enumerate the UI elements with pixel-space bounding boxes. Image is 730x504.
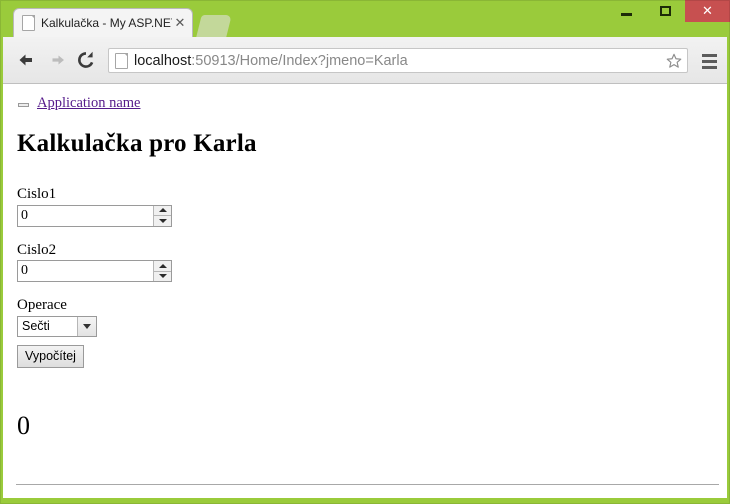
bookmark-star-icon[interactable]: [665, 52, 683, 70]
brand-row: Application name: [17, 94, 713, 112]
cislo1-spinner[interactable]: [153, 205, 171, 226]
cislo2-spinner-up[interactable]: [154, 261, 171, 272]
reload-button[interactable]: [73, 47, 99, 73]
window-controls: ✕: [607, 0, 730, 24]
page-document-icon: [115, 52, 128, 69]
tab-favicon-icon: [22, 15, 35, 31]
maximize-button[interactable]: [646, 0, 685, 22]
cislo1-spinner-down[interactable]: [154, 216, 171, 226]
cislo2-number-input[interactable]: 0: [17, 260, 172, 282]
address-bar[interactable]: localhost:50913/Home/Index?jmeno=Karla: [108, 48, 688, 73]
close-window-button[interactable]: ✕: [685, 0, 730, 22]
triangle-up-icon: [158, 208, 167, 213]
cislo1-spinner-up[interactable]: [154, 206, 171, 216]
new-tab-button[interactable]: [196, 15, 232, 37]
tab-title: Kalkulačka - My ASP.NET .: [41, 16, 172, 30]
vypocitej-submit-button[interactable]: Vypočítej: [17, 344, 84, 368]
browser-window: ✕ Kalkulačka - My ASP.NET . ✕ localhost:…: [0, 0, 730, 504]
chevron-down-icon[interactable]: [77, 316, 96, 336]
reload-icon: [78, 51, 94, 68]
label-operace: Operace: [17, 297, 67, 313]
cislo2-spinner-down[interactable]: [154, 272, 171, 282]
minimize-button[interactable]: [607, 0, 646, 22]
chevron-glyph: [83, 323, 91, 329]
operace-selected-value: Sečti: [22, 318, 50, 333]
operace-select[interactable]: Sečti: [17, 315, 97, 337]
maximize-icon: [660, 6, 671, 16]
cislo1-number-input[interactable]: 0: [17, 204, 172, 227]
triangle-up-icon: [158, 263, 167, 268]
page-content: Application name Kalkulačka pro Karla Ci…: [3, 94, 727, 498]
footer-divider: [16, 484, 719, 485]
hamburger-line: [701, 65, 717, 69]
title-bar: ✕ Kalkulačka - My ASP.NET . ✕: [0, 0, 730, 37]
url-path: :50913/Home/Index?jmeno=Karla: [191, 52, 408, 69]
cislo1-value: 0: [21, 207, 28, 223]
browser-toolbar: localhost:50913/Home/Index?jmeno=Karla: [3, 37, 727, 84]
forward-button[interactable]: [45, 47, 71, 73]
page-viewport: Application name Kalkulačka pro Karla Ci…: [3, 84, 727, 498]
url-host: localhost: [134, 52, 192, 69]
url-text: localhost:50913/Home/Index?jmeno=Karla: [134, 53, 665, 69]
close-icon: ✕: [702, 3, 713, 19]
cislo2-spinner[interactable]: [153, 261, 171, 281]
cislo2-value: 0: [21, 263, 28, 278]
triangle-down-icon: [158, 274, 167, 279]
result-value: 0: [17, 411, 30, 440]
label-cislo1: Cislo1: [17, 186, 57, 202]
forward-arrow-icon: [52, 55, 64, 65]
broken-image-icon: [17, 96, 31, 110]
page-title: Kalkulačka pro Karla: [17, 130, 257, 157]
hamburger-line: [701, 59, 717, 63]
back-arrow-icon: [19, 54, 32, 66]
minimize-icon: [621, 13, 632, 16]
browser-tab[interactable]: Kalkulačka - My ASP.NET . ✕: [13, 8, 193, 37]
back-button[interactable]: [13, 47, 39, 73]
browser-menu-button[interactable]: [696, 48, 722, 74]
triangle-down-icon: [158, 218, 167, 223]
hamburger-line: [701, 53, 717, 57]
tab-close-icon[interactable]: ✕: [172, 15, 188, 31]
label-cislo2: Cislo2: [17, 241, 57, 258]
application-name-link[interactable]: Application name: [37, 95, 140, 112]
